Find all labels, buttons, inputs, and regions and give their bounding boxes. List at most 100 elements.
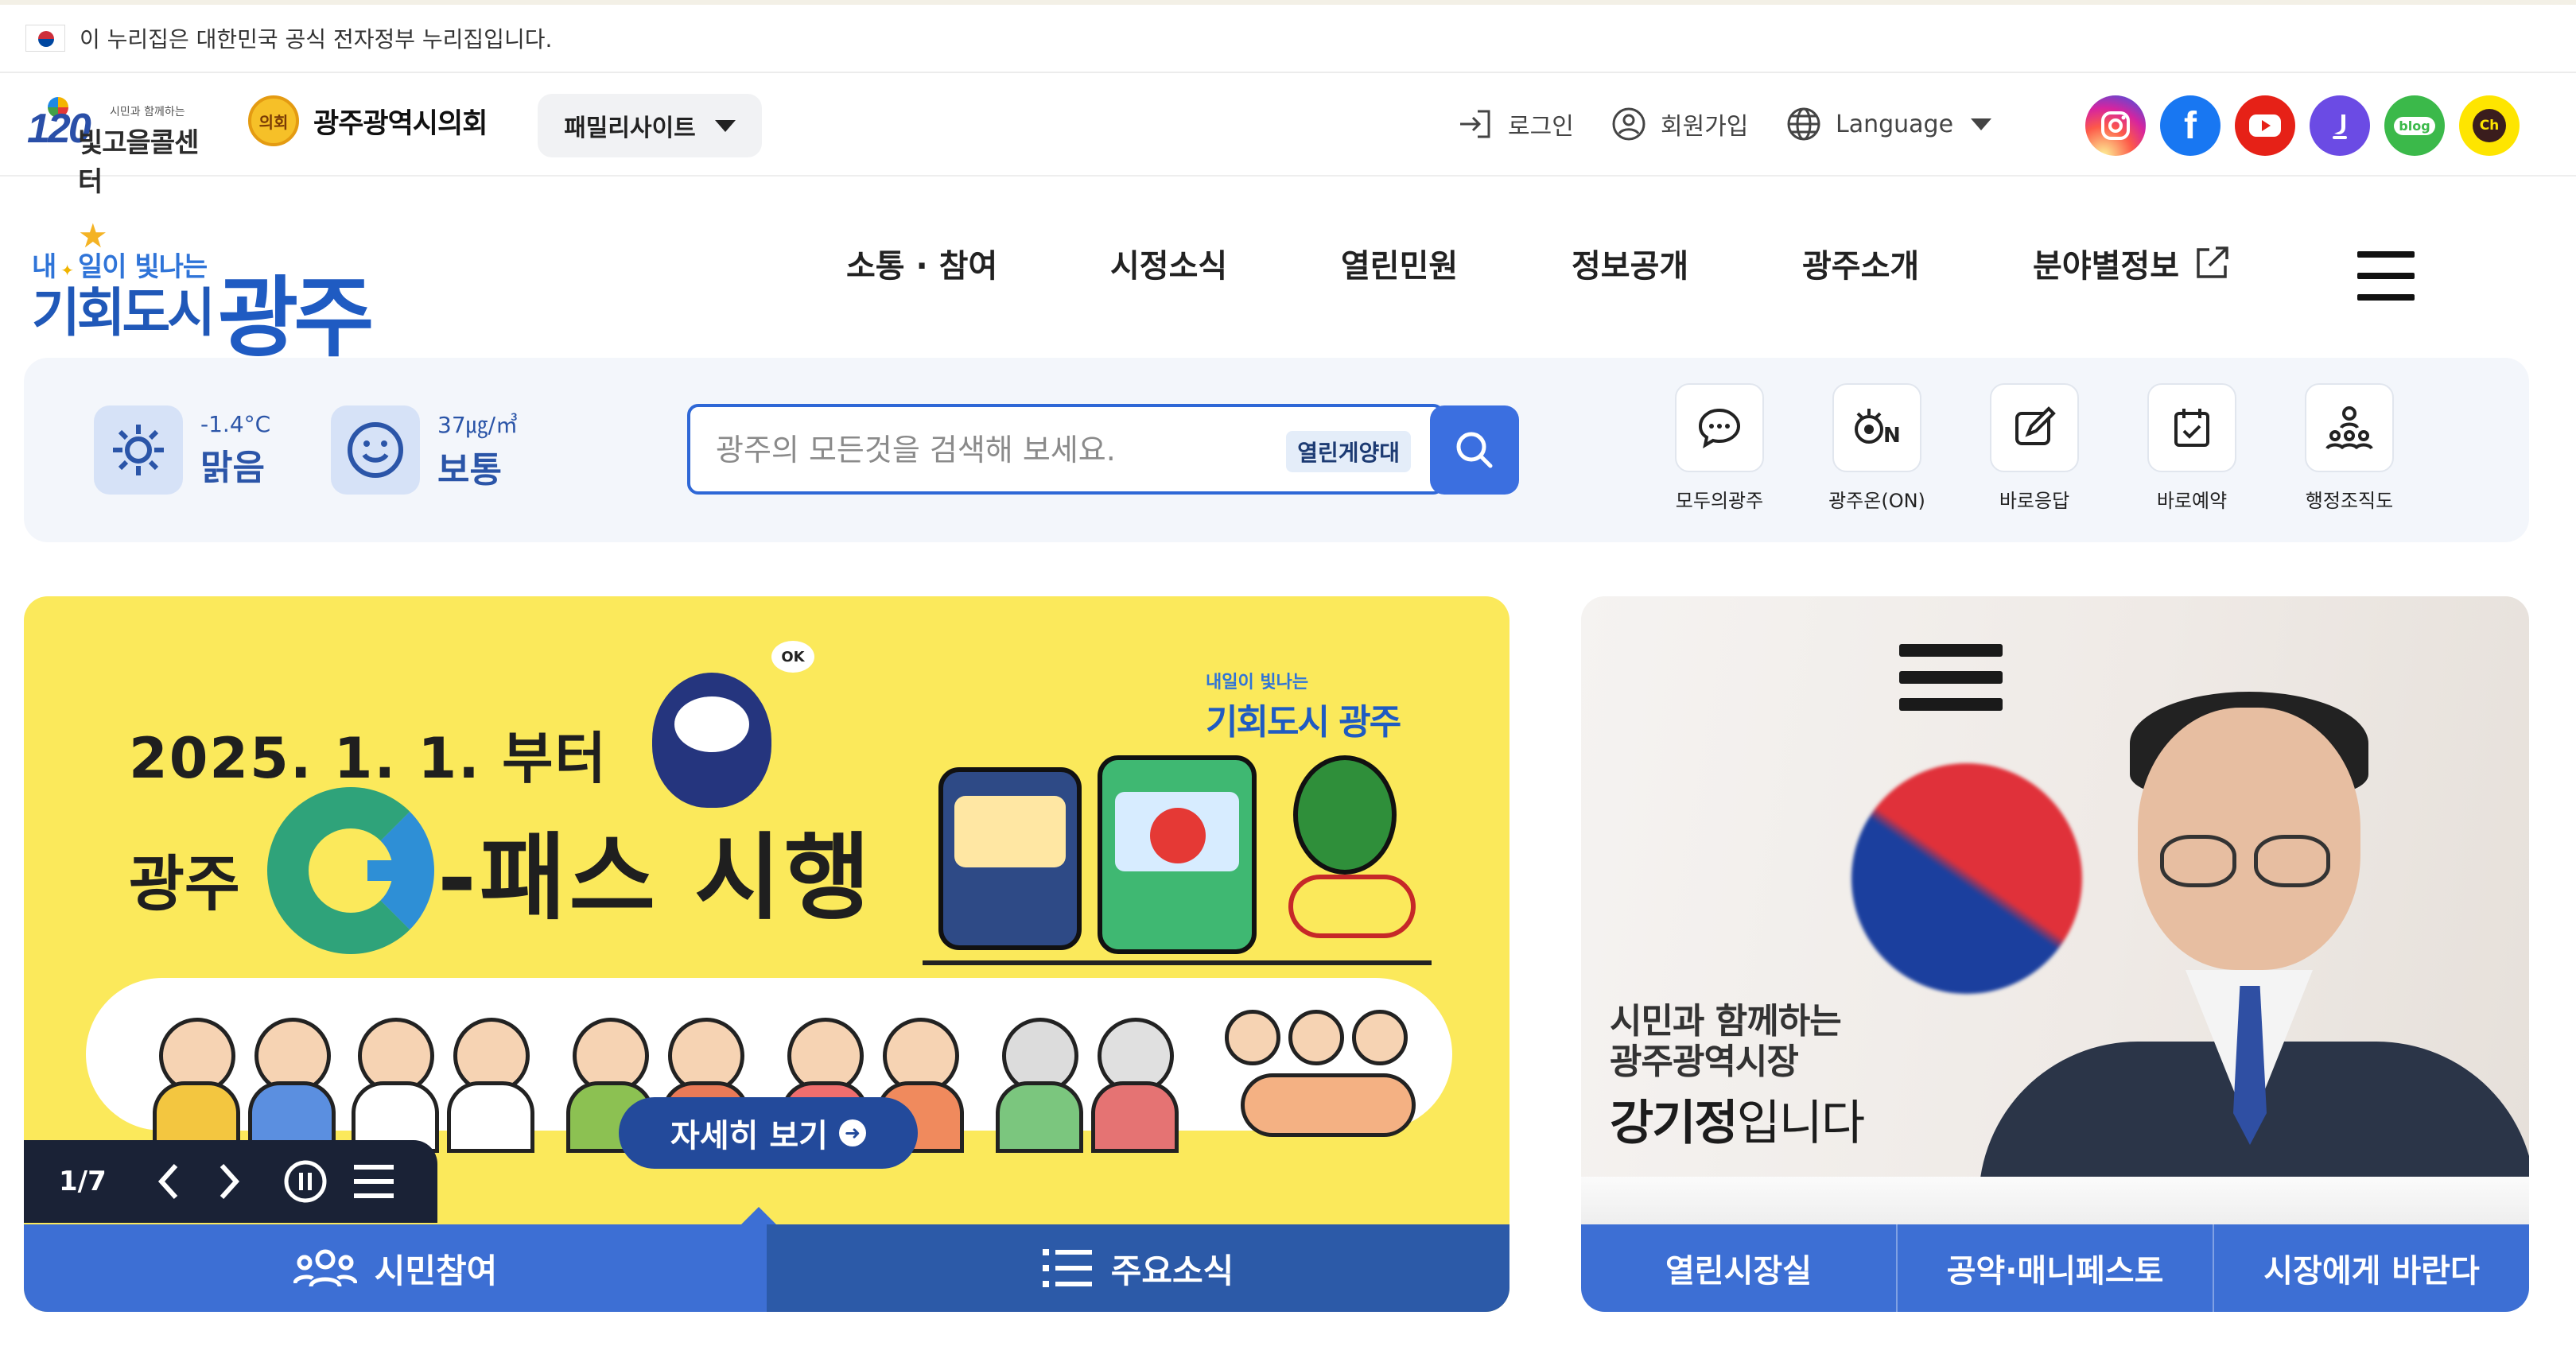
tab-citizen-participation-label: 시민참여 — [374, 1251, 498, 1290]
mayor-card[interactable]: 시민과 함께하는 광주광역시장 강기정입니다 열린시장실 공약·매니페스토 시장… — [1581, 596, 2529, 1312]
mascot-ok-bubble: OK — [771, 641, 814, 673]
quick-label: 광주온(ON) — [1828, 490, 1925, 512]
slide-counter: 1/7 — [59, 1166, 107, 1197]
search-input[interactable] — [714, 425, 1207, 475]
nav-item-civil-service[interactable]: 열린민원 — [1341, 240, 1458, 286]
tab-open-mayor-office[interactable]: 열린시장실 — [1581, 1224, 1898, 1312]
user-icon — [1612, 107, 1645, 141]
slide-list-button[interactable] — [352, 1159, 396, 1204]
quick-modu-gwangju[interactable]: 모두의광주 — [1656, 383, 1783, 513]
tab-citizen-participation[interactable]: 시민참여 — [24, 1224, 767, 1312]
mayor-tabs: 열린시장실 공약·매니페스토 시장에게 바란다 — [1581, 1224, 2529, 1312]
mayor-line1: 시민과 함께하는 — [1610, 1001, 1842, 1042]
callcenter-logo[interactable]: 120 시민과 함께하는 빛고을콜센터 — [24, 91, 215, 198]
air-quality-widget: 37㎍/㎥ 보통 — [331, 405, 518, 495]
nav-item-info-disclosure[interactable]: 정보공개 — [1572, 240, 1688, 286]
weather-widget: -1.4°C 맑음 — [94, 405, 270, 495]
language-dropdown[interactable]: Language — [1786, 107, 1992, 142]
mayor-tagline: 시민과 함께하는 광주광역시장 — [1610, 1001, 1842, 1082]
tab-request-to-mayor[interactable]: 시장에게 바란다 — [2214, 1224, 2529, 1312]
main-banner-slide[interactable]: 2025. 1. 1. 부터 광주 -패스 시행 내일이 빛나는 기회도시 광주… — [24, 596, 1509, 1312]
hamburger-menu-icon[interactable] — [2357, 251, 2415, 301]
arrow-right-icon: ➜ — [838, 1119, 866, 1146]
citizen-figure — [1225, 1010, 1280, 1065]
family-site-dropdown[interactable]: 패밀리사이트 — [538, 94, 762, 157]
view-details-button[interactable]: 자세히 보기 ➜ — [619, 1097, 918, 1169]
kakao-story-icon[interactable] — [2310, 95, 2370, 156]
gov-banner: 이 누리집은 대한민국 공식 전자정부 누리집입니다. — [0, 0, 2576, 73]
smile-icon — [331, 405, 420, 495]
banner-brand-small: 내일이 빛나는 — [1206, 673, 1309, 693]
kakao-channel-icon[interactable]: Ch — [2459, 95, 2520, 156]
slide-controls: 1/7 — [24, 1140, 437, 1223]
family-site-label: 패밀리사이트 — [564, 114, 696, 142]
nav-item-communication[interactable]: 소통 · 참여 — [846, 240, 997, 286]
login-icon — [1460, 110, 1490, 138]
banner-brand-big: 기회도시 광주 — [1206, 702, 1401, 743]
org-chart-icon — [2325, 406, 2373, 450]
korea-flag-icon — [25, 25, 65, 52]
nav-item-field-info-label: 분야별정보 — [2033, 248, 2179, 285]
nav-item-about-gwangju[interactable]: 광주소개 — [1802, 240, 1919, 286]
citizen-figure — [1288, 1010, 1344, 1065]
facebook-icon[interactable]: f — [2160, 95, 2220, 156]
mayor-line2: 광주광역시장 — [1610, 1041, 1799, 1082]
kakao-channel-glyph: Ch — [2473, 109, 2506, 142]
council-link[interactable]: 의회 광주광역시의회 — [248, 95, 488, 146]
gov-banner-text: 이 누리집은 대한민국 공식 전자정부 누리집입니다. — [80, 26, 553, 52]
globe-icon — [1787, 107, 1820, 141]
quick-label: 행정조직도 — [2305, 490, 2394, 512]
chat-bubble-icon — [1698, 408, 1741, 449]
quick-label: 바로예약 — [2156, 490, 2228, 512]
quick-baro-reservation[interactable]: 바로예약 — [2128, 383, 2255, 513]
temperature: -1.4°C — [200, 410, 271, 437]
mayor-suffix: 입니다 — [1736, 1096, 1866, 1151]
nav-item-city-news[interactable]: 시정소식 — [1110, 240, 1227, 286]
search-button[interactable] — [1430, 405, 1519, 495]
utility-bar: 120 시민과 함께하는 빛고을콜센터 의회 광주광역시의회 패밀리사이트 로그… — [0, 73, 2576, 198]
prev-slide-button[interactable] — [146, 1159, 191, 1204]
sun-icon — [94, 405, 183, 495]
list-icon — [354, 1165, 394, 1198]
site-logo[interactable]: ★ 내 ✦ 일이 빛나는 기회도시 광주 — [32, 202, 382, 369]
edit-icon — [2015, 406, 2056, 445]
quick-baro-response[interactable]: 바로응답 — [1971, 383, 2098, 513]
hand-illustration — [1241, 1073, 1416, 1137]
banner-date: 2025. 1. 1. 부터 — [129, 726, 608, 791]
search-tag[interactable]: 열린게양대 — [1286, 431, 1411, 472]
brand-city: 기회도시 — [32, 282, 216, 343]
pause-icon — [284, 1160, 327, 1203]
callcenter-tagline: 시민과 함께하는 — [110, 106, 185, 118]
login-label: 로그인 — [1508, 113, 1574, 141]
search-box: 열린게양대 — [687, 404, 1444, 495]
blog-icon[interactable]: blog — [2384, 95, 2445, 156]
citizen-figure — [447, 1081, 534, 1153]
quick-gwangju-on[interactable]: N 광주온(ON) — [1813, 383, 1941, 513]
pause-slide-button[interactable] — [283, 1159, 328, 1204]
login-link[interactable]: 로그인 — [1457, 107, 1574, 142]
language-label: Language — [1836, 110, 1954, 138]
tab-manifesto[interactable]: 공약·매니페스토 — [1898, 1224, 2214, 1312]
g-pass-logo-icon — [267, 787, 434, 954]
tab-major-news[interactable]: 주요소식 — [767, 1224, 1509, 1312]
next-slide-button[interactable] — [207, 1159, 251, 1204]
taegeuk-graphic — [1851, 763, 2082, 994]
bicycle-mascot-illustration — [1293, 755, 1397, 875]
chevron-right-icon — [220, 1163, 240, 1200]
nav-item-field-info[interactable]: 분야별정보 — [2033, 240, 2230, 286]
chevron-left-icon — [157, 1163, 178, 1200]
glasses-graphic — [2160, 835, 2236, 887]
quick-org-chart[interactable]: 행정조직도 — [2286, 383, 2413, 513]
instagram-icon[interactable] — [2085, 95, 2146, 156]
weather-status: 맑음 — [200, 447, 265, 488]
bicycle-illustration — [1288, 875, 1416, 938]
dust-value: 37㎍/㎥ — [437, 412, 519, 438]
view-details-label: 자세히 보기 — [670, 1118, 828, 1154]
youtube-icon[interactable] — [2235, 95, 2295, 156]
tab-major-news-label: 주요소식 — [1110, 1251, 1234, 1290]
banner-tabs: 시민참여 주요소식 — [24, 1224, 1509, 1312]
quick-label: 모두의광주 — [1675, 490, 1764, 512]
council-emblem-icon: 의회 — [248, 95, 299, 146]
citizen-figure — [1091, 1081, 1179, 1153]
signup-link[interactable]: 회원가입 — [1611, 107, 1748, 142]
